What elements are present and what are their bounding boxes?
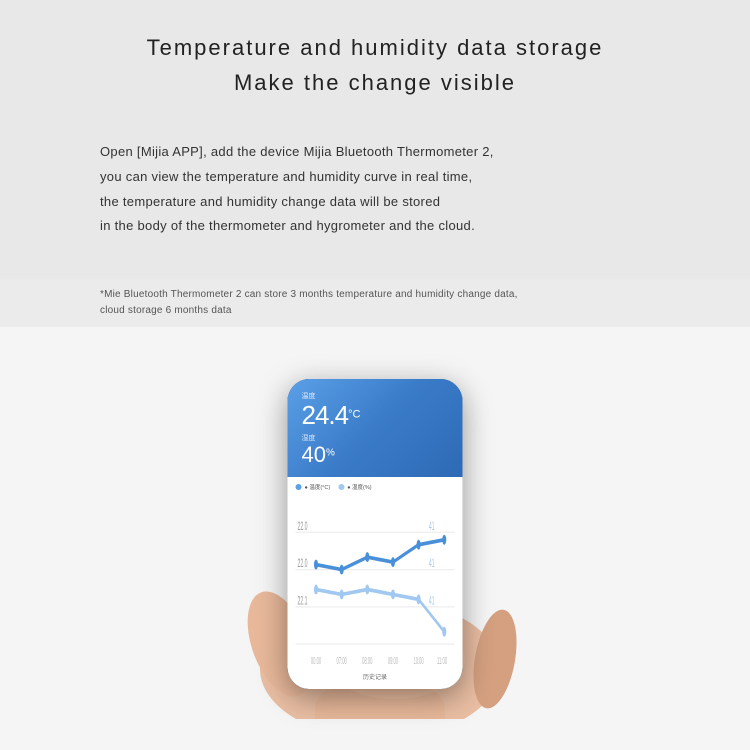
footnote-line1: *Mie Bluetooth Thermometer 2 can store 3… [100,289,518,300]
description-block: Open [Mijia APP], add the device Mijia B… [100,140,650,239]
svg-text:22.0: 22.0 [298,556,308,570]
legend-temp-item: ● 温度(°C) [296,483,331,491]
footnote-text: *Mie Bluetooth Thermometer 2 can store 3… [100,287,650,319]
phone-screen: 温度 24.4°C 湿度 40% [288,379,463,689]
title-line1: Temperature and humidity data storage [100,30,650,65]
desc-line3: the temperature and humidity change data… [100,194,440,209]
top-section: Temperature and humidity data storage Ma… [0,0,750,279]
svg-text:09:00: 09:00 [388,654,398,666]
temp-value: 24.4 [302,400,349,430]
svg-text:00:00: 00:00 [311,654,321,666]
legend-humidity-item: ● 湿度(%) [338,483,371,491]
footnote-section: *Mie Bluetooth Thermometer 2 can store 3… [0,279,750,327]
temp-display: 24.4°C [302,402,449,429]
legend-humidity-label: ● 湿度(%) [347,483,371,491]
svg-text:07:00: 07:00 [337,654,347,666]
desc-line1: Open [Mijia APP], add the device Mijia B… [100,144,494,159]
svg-text:10:00: 10:00 [413,654,423,666]
legend-temp-dot [296,484,302,490]
svg-text:22.1: 22.1 [298,593,308,607]
title-line2: Make the change visible [100,65,650,100]
humidity-value: 40 [302,442,326,467]
chart-legend: ● 温度(°C) ● 湿度(%) [296,483,455,491]
desc-line4: in the body of the thermometer and hygro… [100,218,475,233]
humidity-display: 40% [302,444,449,467]
main-title: Temperature and humidity data storage Ma… [100,30,650,100]
svg-text:41: 41 [429,556,435,570]
screen-bottom: ● 温度(°C) ● 湿度(%) [288,477,463,689]
svg-text:41: 41 [429,519,435,533]
temp-unit: °C [348,408,360,420]
humidity-unit: % [326,447,335,458]
svg-text:08:00: 08:00 [362,654,372,666]
legend-humidity-dot [338,484,344,490]
chart-area: 22.0 22.0 22.1 41 41 41 [296,495,455,669]
desc-line2: you can view the temperature and humidit… [100,169,472,184]
page-wrapper: Temperature and humidity data storage Ma… [0,0,750,750]
chart-footer: 历史记录 [296,672,455,685]
screen-top: 温度 24.4°C 湿度 40% [288,379,463,477]
footnote-line2: cloud storage 6 months data [100,305,232,316]
phone-frame: 温度 24.4°C 湿度 40% [288,379,463,689]
svg-text:22.0: 22.0 [298,519,308,533]
legend-temp-label: ● 温度(°C) [305,483,331,491]
chart-svg: 22.0 22.0 22.1 41 41 41 [296,495,455,669]
svg-text:11:00: 11:00 [437,654,447,666]
svg-text:41: 41 [429,593,435,607]
phone-section: 温度 24.4°C 湿度 40% [0,327,750,750]
hand-phone-container: 温度 24.4°C 湿度 40% [175,369,575,709]
description-text: Open [Mijia APP], add the device Mijia B… [100,140,650,239]
